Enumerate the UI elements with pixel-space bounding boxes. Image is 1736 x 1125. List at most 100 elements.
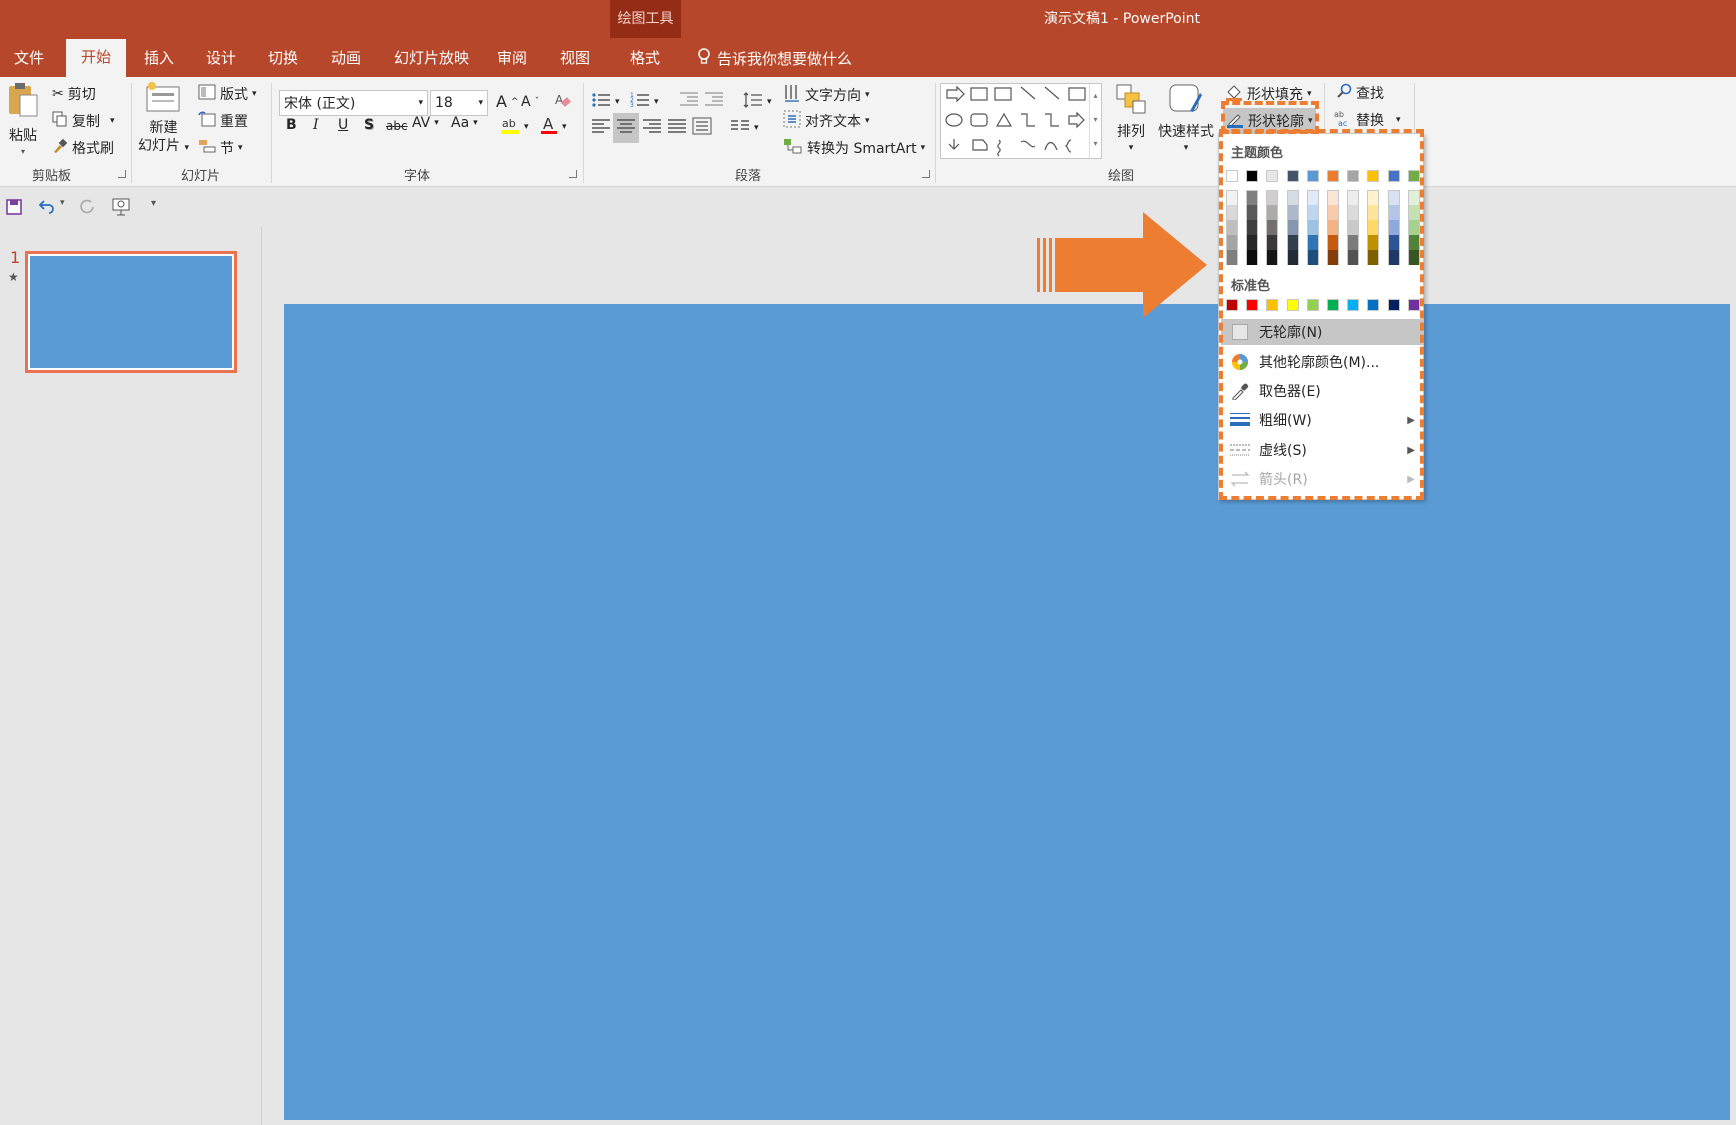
- convert-smartart-button[interactable]: 转换为 SmartArt ▾: [783, 137, 925, 159]
- app-title: 演示文稿1 - PowerPoint: [1044, 11, 1200, 27]
- ribbon: 粘贴 ▾ ✂ 剪切 复制 ▾ 格式刷 剪贴板 新建 幻灯片 ▾ 版式 ▾ 重置 节 ▾ …: [0, 77, 1736, 187]
- font-launcher-icon[interactable]: [569, 170, 577, 178]
- tell-me-box[interactable]: 告诉我你想要做什么: [697, 47, 852, 69]
- align-text-button[interactable]: 对齐文本 ▾: [783, 110, 870, 132]
- align-center-button[interactable]: [613, 113, 639, 143]
- slide-canvas[interactable]: [284, 304, 1730, 1120]
- paintbrush-icon: [52, 138, 68, 158]
- strikethrough-button[interactable]: abc: [386, 119, 408, 133]
- copy-button[interactable]: 复制 ▾: [52, 111, 115, 131]
- arrange-label: 排列: [1117, 124, 1145, 140]
- bold-button[interactable]: B: [286, 117, 297, 133]
- slide-thumbnail[interactable]: [25, 251, 237, 373]
- shapes-gallery[interactable]: ▴ ▾ ▾: [940, 83, 1102, 159]
- eraser-icon: A: [554, 91, 572, 113]
- svg-text:ac: ac: [1338, 119, 1347, 127]
- annotation-arrow: [1035, 210, 1210, 324]
- align-center-icon: [616, 117, 636, 139]
- chevron-down-icon: ▾: [615, 97, 620, 107]
- chevron-down-icon: ▾: [524, 122, 529, 132]
- columns-button[interactable]: ▾: [730, 117, 759, 139]
- decrease-indent-button[interactable]: [679, 91, 699, 111]
- layout-dropdown-icon: ▾: [252, 89, 257, 99]
- tab-file[interactable]: 文件: [14, 47, 44, 68]
- chevron-down-icon: ▾: [473, 118, 478, 128]
- reset-icon: [198, 111, 216, 131]
- scissors-icon: ✂: [52, 86, 64, 102]
- cut-label: 剪切: [67, 87, 96, 103]
- tab-design[interactable]: 设计: [206, 47, 236, 68]
- section-dropdown-icon: ▾: [238, 143, 243, 153]
- distributed-button[interactable]: [692, 117, 712, 139]
- start-slideshow-icon[interactable]: [112, 198, 132, 220]
- font-color-button[interactable]: A ▾: [540, 115, 567, 139]
- reset-button[interactable]: 重置: [198, 111, 248, 131]
- tab-insert[interactable]: 插入: [144, 47, 174, 68]
- tab-home[interactable]: 开始: [66, 39, 126, 77]
- tab-slideshow[interactable]: 幻灯片放映: [394, 47, 469, 68]
- font-name-combo[interactable]: 宋体 (正文) ▾: [279, 90, 428, 116]
- undo-icon[interactable]: [38, 198, 56, 218]
- svg-text:A: A: [543, 115, 554, 133]
- align-left-button[interactable]: [591, 117, 611, 139]
- clear-formatting-button[interactable]: A: [554, 91, 572, 113]
- gallery-scroll[interactable]: ▴ ▾ ▾: [1089, 84, 1101, 158]
- divider: [583, 83, 584, 183]
- layout-button[interactable]: 版式 ▾: [198, 84, 257, 104]
- reset-label: 重置: [220, 114, 248, 130]
- line-spacing-button[interactable]: ▾: [743, 91, 772, 113]
- character-spacing-button[interactable]: AV ▾: [412, 115, 439, 131]
- drawing-group-label: 绘图: [1108, 169, 1135, 184]
- chevron-down-icon: ▾: [865, 90, 870, 100]
- quick-styles-icon: [1168, 83, 1204, 119]
- change-case-button[interactable]: Aa ▾: [451, 115, 478, 131]
- paste-button[interactable]: 粘贴 ▾: [6, 81, 40, 156]
- justify-button[interactable]: [667, 117, 687, 139]
- divider: [271, 83, 272, 183]
- find-button[interactable]: 查找: [1336, 83, 1384, 103]
- customize-qat-icon[interactable]: ▾: [151, 198, 156, 209]
- save-icon[interactable]: [6, 199, 22, 219]
- text-direction-button[interactable]: 文字方向 ▾: [783, 83, 870, 107]
- bullets-button[interactable]: ▾: [591, 91, 620, 113]
- italic-button[interactable]: I: [313, 117, 319, 133]
- replace-button[interactable]: ab ac 替换 ▾: [1334, 109, 1401, 131]
- numbering-button[interactable]: 1 2 3 ▾: [630, 91, 659, 113]
- section-label: 节: [220, 141, 234, 157]
- quick-styles-button[interactable]: 快速样式 ▾: [1158, 83, 1214, 153]
- paragraph-launcher-icon[interactable]: [922, 170, 930, 178]
- undo-dropdown-icon[interactable]: ▾: [60, 198, 65, 208]
- tab-transitions[interactable]: 切换: [268, 47, 298, 68]
- shrink-font-button[interactable]: Aˇ: [521, 94, 539, 110]
- grow-font-button[interactable]: A ^: [496, 92, 519, 111]
- paste-dropdown-icon: ▾: [20, 147, 25, 156]
- section-button[interactable]: 节 ▾: [198, 138, 243, 158]
- cut-button[interactable]: ✂ 剪切: [52, 84, 96, 104]
- align-text-label: 对齐文本: [805, 114, 861, 130]
- font-size-combo[interactable]: 18 ▾: [430, 90, 488, 116]
- outdent-icon: [679, 91, 699, 111]
- redo-icon[interactable]: [79, 198, 95, 218]
- arrange-button[interactable]: 排列 ▾: [1115, 83, 1147, 153]
- tell-me-text: 告诉我你想要做什么: [717, 49, 853, 68]
- tab-view[interactable]: 视图: [560, 47, 590, 68]
- chevron-down-icon: ▾: [767, 97, 772, 107]
- underline-button[interactable]: U: [338, 117, 348, 133]
- chevron-down-icon: ▾: [562, 122, 567, 132]
- shadow-button[interactable]: S: [364, 117, 374, 133]
- highlight-button[interactable]: ab ▾: [500, 115, 529, 139]
- new-slide-icon: [144, 81, 182, 119]
- tab-animations[interactable]: 动画: [331, 47, 361, 68]
- clipboard-launcher-icon[interactable]: [118, 170, 126, 178]
- chevron-down-icon: ▾: [865, 116, 870, 126]
- case-label: Aa: [451, 115, 470, 131]
- increase-indent-button[interactable]: [704, 91, 724, 111]
- format-painter-button[interactable]: 格式刷: [52, 138, 114, 158]
- distributed-icon: [692, 117, 712, 139]
- tab-review[interactable]: 审阅: [497, 47, 527, 68]
- svg-text:A: A: [555, 93, 564, 107]
- new-slide-button[interactable]: 新建 幻灯片 ▾: [138, 81, 189, 157]
- tab-format[interactable]: 格式: [630, 47, 660, 68]
- align-right-button[interactable]: [642, 117, 662, 139]
- smartart-label: 转换为 SmartArt: [807, 141, 917, 157]
